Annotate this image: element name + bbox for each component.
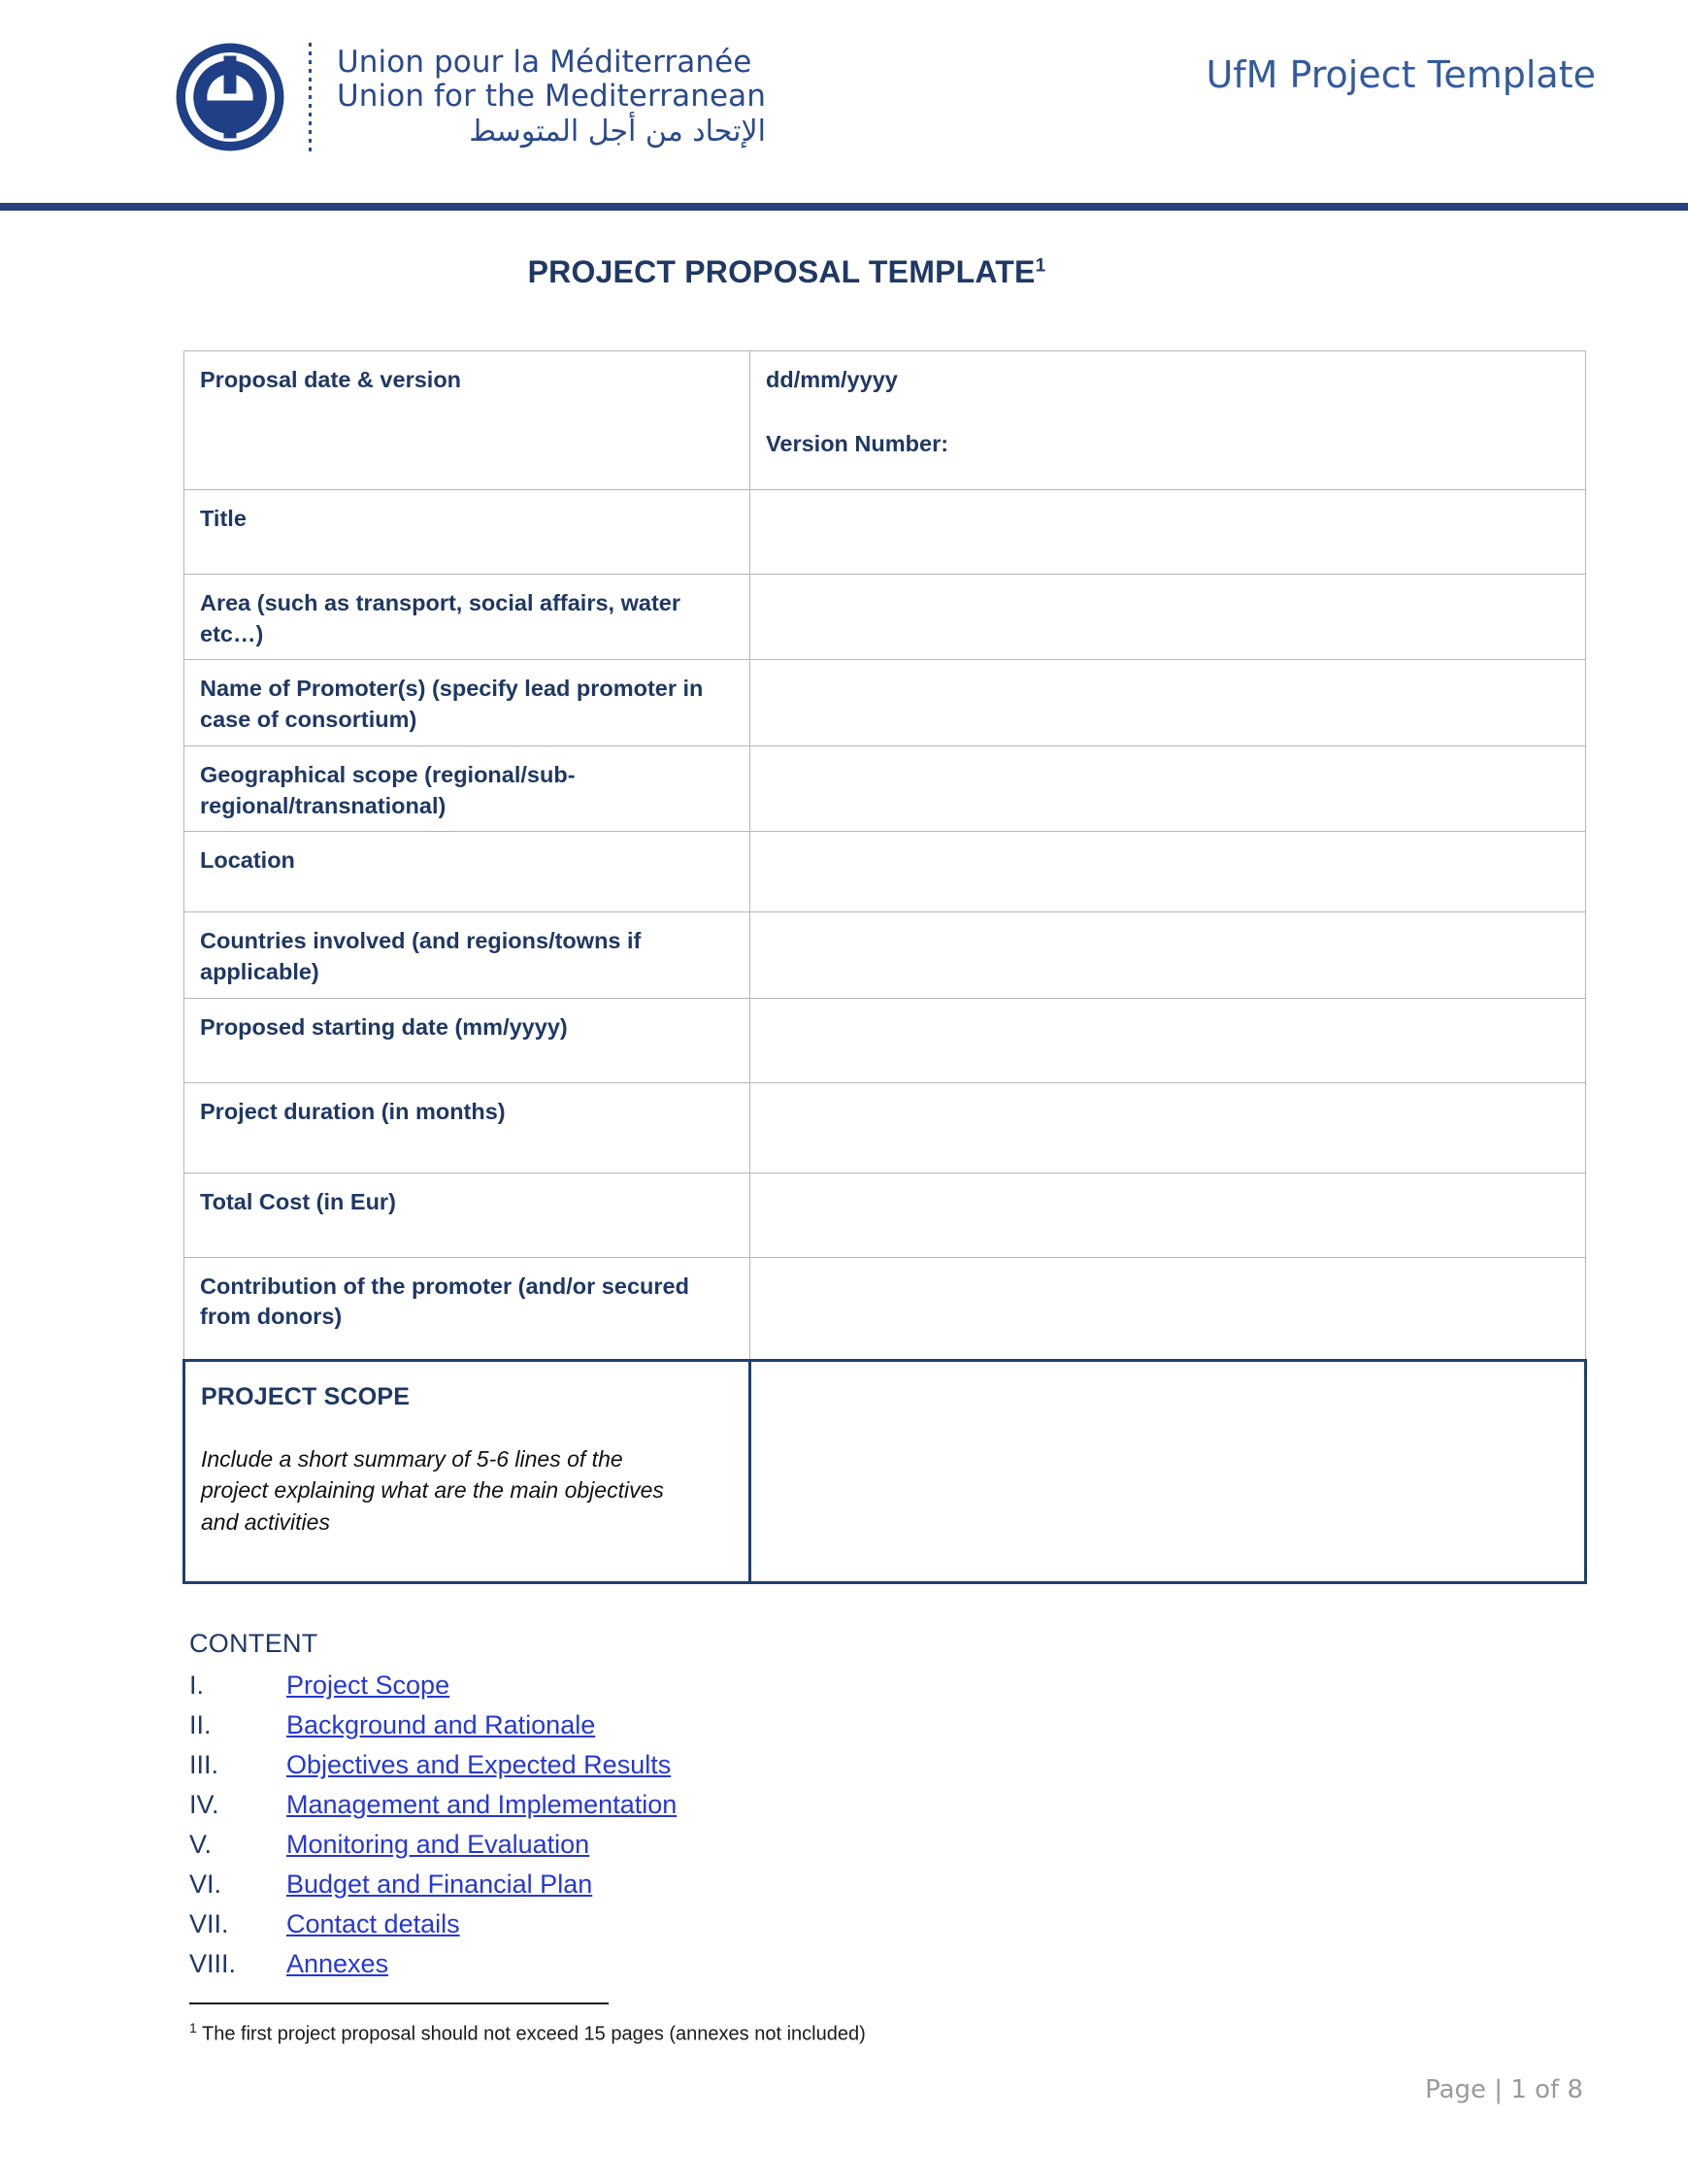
field-label-promoter-contribution: Contribution of the promoter (and/or sec… [183, 1256, 750, 1361]
list-item: III. Objectives and Expected Results [189, 1750, 1688, 1780]
list-item: VII. Contact details [189, 1909, 1688, 1939]
list-item: V. Monitoring and Evaluation [189, 1830, 1688, 1860]
field-value-location[interactable] [749, 831, 1586, 913]
content-heading: CONTENT [189, 1628, 318, 1658]
table-row: Contribution of the promoter (and/or sec… [183, 1256, 1586, 1361]
toc-link-monitoring-and-evaluation[interactable]: Monitoring and Evaluation [286, 1830, 589, 1860]
ufm-logo: Union pour la Méditerranée Union for the… [173, 40, 766, 154]
footnote-separator [189, 2002, 609, 2004]
table-row: Countries involved (and regions/towns if… [183, 911, 1586, 999]
footnote-area: 1 The first project proposal should not … [189, 2002, 1688, 2046]
toc-numeral: I. [189, 1670, 205, 1700]
toc-link-annexes[interactable]: Annexes [286, 1949, 388, 1979]
table-row: Proposed starting date (mm/yyyy) [183, 997, 1586, 1083]
field-value-promoter-name[interactable] [749, 659, 1586, 746]
toc-link-background-and-rationale[interactable]: Background and Rationale [286, 1710, 595, 1740]
header-document-title: UfM Project Template [1206, 53, 1596, 96]
toc-link-management-and-implementation[interactable]: Management and Implementation [286, 1790, 677, 1820]
list-item: VIII. Annexes [189, 1949, 1688, 1979]
toc-numeral: II. [189, 1709, 212, 1739]
field-label-total-cost: Total Cost (in Eur) [183, 1172, 750, 1258]
table-row: Proposal date & version dd/mm/yyyy Versi… [183, 350, 1586, 490]
list-item: VI. Budget and Financial Plan [189, 1870, 1688, 1900]
version-number-label: Version Number: [766, 430, 949, 456]
page-number-footer: Page | 1 of 8 [1425, 2075, 1583, 2104]
logo-divider [309, 43, 312, 151]
field-label-starting-date: Proposed starting date (mm/yyyy) [183, 997, 750, 1083]
list-item: II. Background and Rationale [189, 1710, 1688, 1740]
toc-numeral: III. [189, 1749, 219, 1779]
logo-line-french: Union pour la Méditerranée [337, 45, 752, 81]
field-value-title[interactable] [749, 489, 1586, 575]
toc-link-objectives-and-expected-results[interactable]: Objectives and Expected Results [286, 1750, 671, 1780]
document-body: PROJECT PROPOSAL TEMPLATE1 Proposal date… [0, 194, 1688, 2045]
field-label-geographical-scope: Geographical scope (regional/sub-regiona… [183, 745, 750, 833]
toc-numeral: VI. [189, 1869, 222, 1899]
page-title-footnote-marker: 1 [1035, 255, 1046, 277]
field-value-proposal-date[interactable]: dd/mm/yyyy Version Number: [749, 350, 1586, 490]
table-row: Geographical scope (regional/sub-regiona… [183, 745, 1586, 833]
field-value-geographical-scope[interactable] [749, 745, 1586, 833]
toc-numeral: V. [189, 1829, 213, 1859]
header-divider-bar [0, 203, 1688, 211]
field-value-project-scope[interactable] [748, 1358, 1587, 1584]
field-label-proposal-date: Proposal date & version [183, 350, 750, 490]
field-label-title: Title [183, 489, 750, 575]
toc-link-budget-and-financial-plan[interactable]: Budget and Financial Plan [286, 1870, 592, 1900]
field-label-promoter-name: Name of Promoter(s) (specify lead promot… [183, 659, 750, 746]
content-table-of-contents: CONTENT I. Project Scope II. Background … [189, 1629, 1688, 1979]
field-value-starting-date[interactable] [749, 997, 1586, 1083]
field-label-project-scope: PROJECT SCOPE Include a short summary of… [182, 1358, 751, 1584]
toc-link-project-scope[interactable]: Project Scope [286, 1671, 449, 1701]
ufm-logo-icon [176, 43, 284, 151]
list-item: I. Project Scope [189, 1671, 1688, 1701]
toc-numeral: IV. [189, 1789, 219, 1819]
field-value-area[interactable] [749, 573, 1586, 661]
field-label-countries-involved: Countries involved (and regions/towns if… [183, 911, 750, 999]
list-item: IV. Management and Implementation [189, 1790, 1688, 1820]
toc-link-contact-details[interactable]: Contact details [286, 1909, 460, 1939]
field-label-location: Location [183, 831, 750, 913]
table-row: Total Cost (in Eur) [183, 1172, 1586, 1258]
field-label-area: Area (such as transport, social affairs,… [183, 573, 750, 661]
footnote-text: 1 The first project proposal should not … [189, 2020, 1688, 2046]
field-value-total-cost[interactable] [749, 1172, 1586, 1258]
proposal-form-table: Proposal date & version dd/mm/yyyy Versi… [182, 350, 1587, 1584]
table-row-project-scope: PROJECT SCOPE Include a short summary of… [182, 1358, 1587, 1584]
project-scope-heading: PROJECT SCOPE [201, 1382, 411, 1410]
table-row: Project duration (in months) [183, 1081, 1586, 1174]
field-label-project-duration: Project duration (in months) [183, 1081, 750, 1174]
toc-numeral: VIII. [189, 1948, 237, 1978]
table-row: Location [183, 831, 1586, 913]
footnote-body: The first project proposal should not ex… [196, 2023, 866, 2045]
proposal-date-placeholder: dd/mm/yyyy [766, 367, 898, 392]
header-inner: Union pour la Méditerranée Union for the… [0, 0, 1688, 194]
page-header: Union pour la Méditerranée Union for the… [0, 0, 1688, 211]
field-value-project-duration[interactable] [749, 1081, 1586, 1174]
page-title-text: PROJECT PROPOSAL TEMPLATE [527, 254, 1036, 289]
footnote-marker: 1 [189, 2019, 197, 2035]
logo-wordmark: Union pour la Méditerranée Union for the… [337, 46, 766, 148]
logo-line-arabic: الإتحاد من أجل المتوسط [469, 114, 766, 149]
table-row: Title [183, 489, 1586, 575]
field-value-promoter-contribution[interactable] [749, 1256, 1586, 1361]
page-title: PROJECT PROPOSAL TEMPLATE1 [0, 254, 1688, 290]
field-value-countries-involved[interactable] [749, 911, 1586, 999]
toc-numeral: VII. [189, 1908, 229, 1938]
table-row: Area (such as transport, social affairs,… [183, 573, 1586, 661]
table-row: Name of Promoter(s) (specify lead promot… [183, 659, 1586, 746]
logo-line-english: Union for the Mediterranean [337, 79, 766, 115]
project-scope-instructions: Include a short summary of 5-6 lines of … [201, 1445, 664, 1535]
